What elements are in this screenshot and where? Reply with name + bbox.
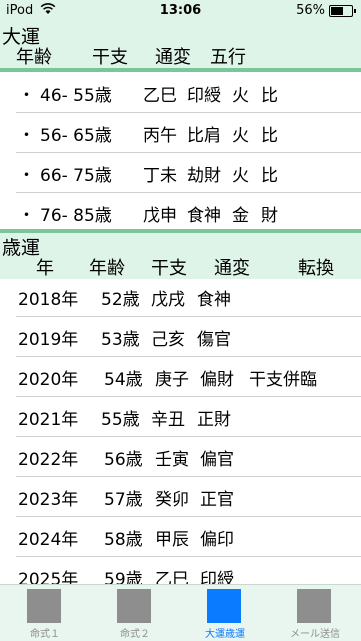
saiun-tsuhen: 食神 [197,290,231,310]
row-bullet: ・ [18,166,35,186]
saiun-row[interactable]: 2020年 54歳 庚子 偏財 干支併臨 [0,356,361,396]
mail-tab-icon [297,589,331,623]
saiun-tsuhen: 傷官 [197,330,231,350]
saiun-kanshi: 癸卯 [155,490,189,510]
saiun-kanshi: 己亥 [151,330,185,350]
daiun-saiun-tab-icon [207,589,241,623]
meishiki1-tab-icon [27,589,61,623]
saiun-title: 歳運 [2,237,41,259]
saiun-row[interactable]: 2019年 53歳 己亥 傷官 [0,316,361,356]
tab-label: 命式２ [120,629,150,640]
daiun-gogyo2: 比 [261,166,278,186]
daiun-gogyo2: 比 [261,86,278,106]
daiun-gogyo1: 火 [232,166,249,186]
saiun-year: 2023年 [18,490,79,510]
daiun-col-kanshi: 干支 [92,47,128,68]
daiun-col-tsuhen: 通変 [155,47,191,68]
daiun-header: 大運 年齢 干支 通変 五行 [0,22,361,68]
row-bullet: ・ [18,86,35,106]
saiun-age: 57歳 [104,490,143,510]
daiun-tsuhen: 印綬 [187,86,221,106]
saiun-tsuhen: 正官 [200,490,234,510]
tab-label: 大運歳運 [205,629,245,640]
saiun-age: 53歳 [101,330,140,350]
saiun-row[interactable]: 2018年 52歳 戊戌 食神 [0,276,361,316]
tab-label: 命式１ [30,629,60,640]
tab-bar: 命式１ 命式２ 大運歳運 メール送信 [0,584,361,641]
saiun-age: 52歳 [101,290,140,310]
saiun-row[interactable]: 2024年 58歳 甲辰 偏印 [0,516,361,556]
meishiki2-tab-icon [117,589,151,623]
tab-meishiki2[interactable]: 命式２ [90,585,180,641]
daiun-gogyo1: 金 [232,206,249,226]
saiun-tsuhen: 偏官 [200,450,234,470]
saiun-row[interactable]: 2023年 57歳 癸卯 正官 [0,476,361,516]
saiun-tsuhen: 偏財 [200,370,234,390]
daiun-tsuhen: 食神 [187,206,221,226]
row-bullet: ・ [18,206,35,226]
daiun-age: 66- 75歳 [40,166,112,186]
saiun-year: 2024年 [18,530,79,550]
daiun-age: 56- 65歳 [40,126,112,146]
daiun-tsuhen: 劫財 [187,166,221,186]
daiun-col-gogyo: 五行 [210,47,246,68]
daiun-row[interactable]: ・ 76- 85歳 戊申 食神 金 財 [0,192,361,232]
saiun-kanshi: 庚子 [155,370,189,390]
saiun-year: 2022年 [18,450,79,470]
saiun-age: 54歳 [104,370,143,390]
saiun-year: 2018年 [18,290,79,310]
daiun-kanshi: 戊申 [143,206,177,226]
saiun-kanshi: 壬寅 [155,450,189,470]
daiun-col-age: 年齢 [16,47,52,68]
daiun-row[interactable]: ・ 66- 75歳 丁未 劫財 火 比 [0,152,361,192]
status-bar: iPod 13:06 56% [0,0,361,22]
tab-daiun-saiun[interactable]: 大運歳運 [180,585,270,641]
saiun-age: 58歳 [104,530,143,550]
saiun-row[interactable]: 2021年 55歳 辛丑 正財 [0,396,361,436]
battery-icon [329,5,356,17]
daiun-kanshi: 乙巳 [143,86,177,106]
saiun-tenkan: 干支併臨 [249,370,317,390]
daiun-age: 46- 55歳 [40,86,112,106]
saiun-header: 歳運 年 年齢 干支 通変 転換 [0,233,361,279]
daiun-gogyo1: 火 [232,86,249,106]
daiun-row[interactable]: ・ 56- 65歳 丙午 比肩 火 比 [0,112,361,152]
saiun-age: 55歳 [101,410,140,430]
saiun-kanshi: 辛丑 [151,410,185,430]
tab-mail[interactable]: メール送信 [270,585,360,641]
daiun-kanshi: 丙午 [143,126,177,146]
saiun-tsuhen: 偏印 [200,530,234,550]
daiun-age: 76- 85歳 [40,206,112,226]
tab-label: メール送信 [290,629,340,640]
tab-meishiki1[interactable]: 命式１ [0,585,90,641]
saiun-row[interactable]: 2022年 56歳 壬寅 偏官 [0,436,361,476]
daiun-gogyo2: 財 [261,206,278,226]
daiun-gogyo1: 火 [232,126,249,146]
saiun-year: 2020年 [18,370,79,390]
saiun-tsuhen: 正財 [197,410,231,430]
daiun-kanshi: 丁未 [143,166,177,186]
daiun-gogyo2: 比 [261,126,278,146]
saiun-year: 2021年 [18,410,79,430]
battery-fill [331,7,344,15]
battery-percent: 56% [296,3,325,18]
saiun-year: 2019年 [18,330,79,350]
saiun-kanshi: 甲辰 [155,530,189,550]
daiun-row[interactable]: ・ 46- 55歳 乙巳 印綬 火 比 [0,72,361,112]
saiun-age: 56歳 [104,450,143,470]
saiun-kanshi: 戊戌 [151,290,185,310]
daiun-tsuhen: 比肩 [187,126,221,146]
row-bullet: ・ [18,126,35,146]
battery-nub [354,9,356,13]
